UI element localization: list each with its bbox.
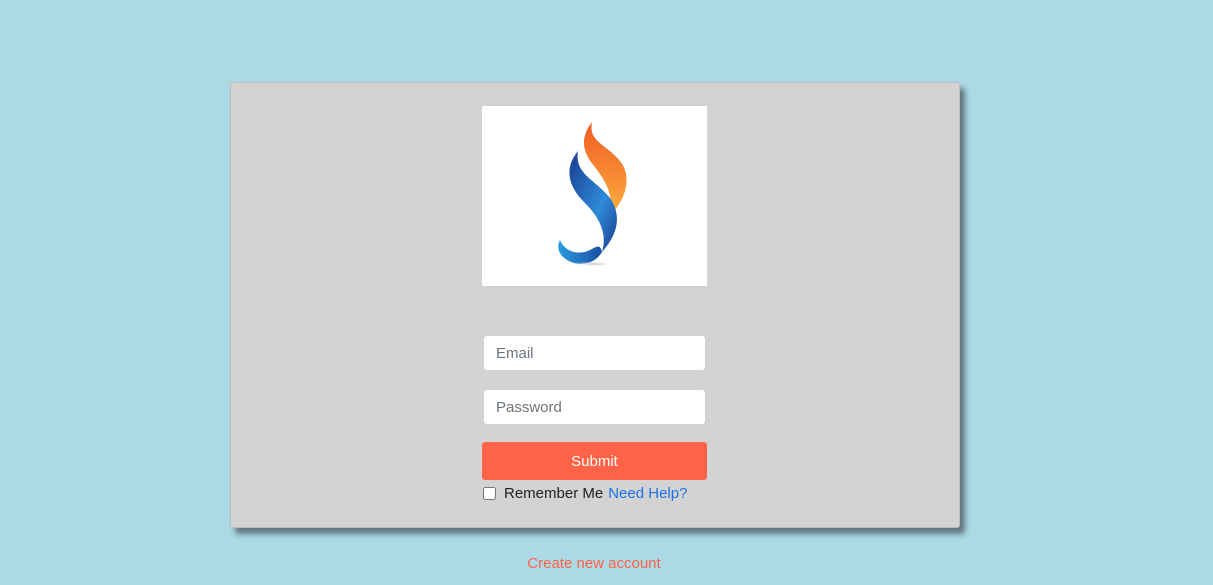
create-account-link[interactable]: Create new account bbox=[0, 555, 1188, 572]
need-help-link[interactable]: Need Help? bbox=[608, 485, 687, 502]
submit-button[interactable]: Submit bbox=[482, 442, 707, 480]
remember-row: Remember Me Need Help? bbox=[482, 483, 687, 503]
login-page: Submit Remember Me Need Help? Create new… bbox=[0, 0, 1213, 585]
email-input[interactable] bbox=[483, 335, 706, 371]
remember-me-label: Remember Me bbox=[504, 484, 604, 502]
flame-logo-icon bbox=[558, 122, 627, 267]
password-input[interactable] bbox=[483, 389, 706, 425]
login-card: Submit Remember Me Need Help? bbox=[230, 82, 960, 528]
logo bbox=[482, 106, 707, 286]
remember-me-checkbox[interactable] bbox=[483, 486, 496, 500]
